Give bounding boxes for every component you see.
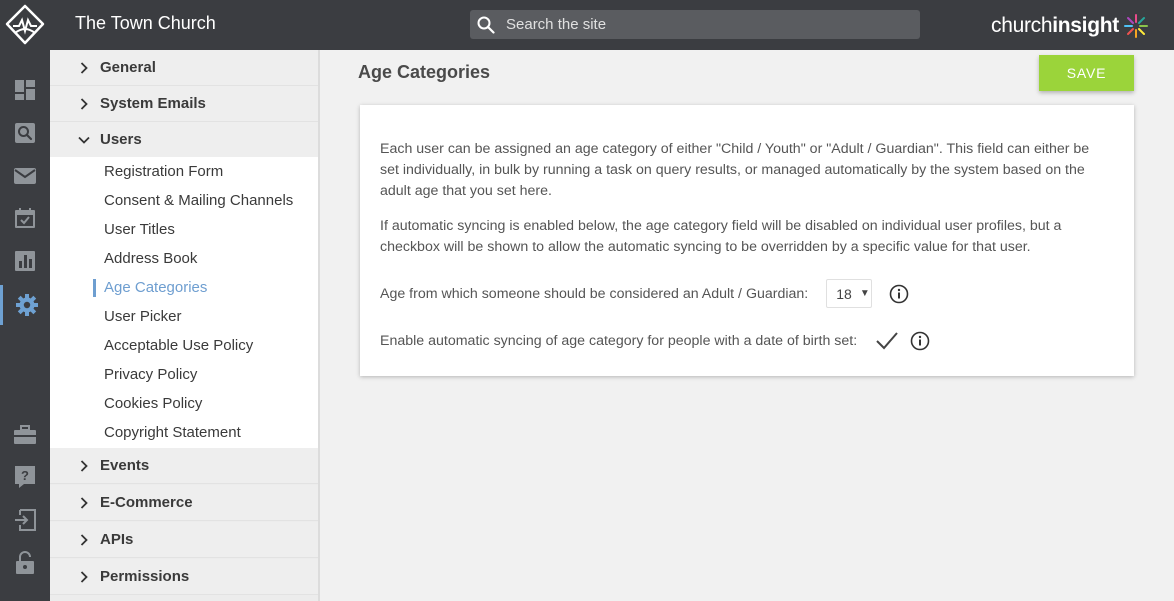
rail-help[interactable]: ? — [0, 457, 50, 497]
svg-text:?: ? — [21, 468, 29, 483]
logo-icon — [5, 4, 45, 45]
nav-section-e-commerce[interactable]: E-Commerce — [50, 485, 318, 521]
rail-calendar[interactable] — [0, 198, 50, 238]
nav-section-label: APIs — [100, 531, 134, 548]
page-title: Age Categories — [358, 62, 491, 82]
brand-starburst-icon — [1123, 14, 1148, 38]
calendar-icon — [15, 208, 35, 228]
dropdown-arrow-icon: ▼ — [859, 288, 870, 299]
chevron-right-icon — [78, 459, 90, 472]
settings-card: Each user can be assigned an age categor… — [360, 105, 1134, 376]
search-input[interactable] — [506, 16, 896, 33]
settings-nav: General System Emails Users Registration… — [50, 50, 320, 601]
nav-section-label: General — [100, 59, 156, 76]
logout-icon — [15, 509, 36, 531]
mail-icon — [14, 168, 36, 184]
nav-section-label: Events — [100, 457, 150, 474]
lock-icon — [16, 551, 34, 574]
nav-section-events[interactable]: Events — [50, 448, 318, 484]
chevron-right-icon — [78, 533, 90, 546]
brand-text: churchinsight — [991, 14, 1119, 37]
nav-item-address-book[interactable]: Address Book — [104, 250, 197, 267]
search-icon — [476, 15, 496, 35]
help-icon: ? — [15, 466, 35, 488]
rail-logout[interactable] — [0, 500, 50, 540]
chevron-right-icon — [78, 97, 90, 110]
nav-item-consent-mailing-channels[interactable]: Consent & Mailing Channels — [104, 192, 293, 209]
dashboard-icon — [15, 80, 35, 100]
chevron-right-icon — [78, 570, 90, 583]
nav-section-general[interactable]: General — [50, 50, 318, 86]
sync-row: Enable automatic syncing of age category… — [380, 330, 930, 352]
chart-icon — [15, 251, 35, 271]
rail-lock[interactable] — [0, 543, 50, 583]
icon-rail: ? — [0, 50, 50, 601]
briefcase-icon — [14, 425, 36, 444]
nav-item-registration-form[interactable]: Registration Form — [104, 163, 223, 180]
description-paragraph: Each user can be assigned an age categor… — [380, 141, 1090, 199]
nav-section-label: Users — [100, 131, 142, 148]
top-bar: The Town Church churchinsight — [0, 0, 1174, 50]
nav-section-users[interactable]: Users — [50, 122, 318, 158]
nav-section-system-emails[interactable]: System Emails — [50, 86, 318, 122]
rail-mail[interactable] — [0, 156, 50, 196]
rail-dashboard[interactable] — [0, 70, 50, 110]
chevron-right-icon — [78, 61, 90, 74]
gear-icon — [15, 294, 38, 316]
nav-section-apis[interactable]: APIs — [50, 522, 318, 558]
active-indicator — [93, 279, 96, 297]
save-button[interactable]: SAVE — [1039, 55, 1134, 91]
nav-item-age-categories[interactable]: Age Categories — [104, 279, 207, 296]
rail-settings[interactable] — [0, 285, 50, 325]
chevron-right-icon — [78, 496, 90, 509]
adult-age-label: Age from which someone should be conside… — [380, 285, 809, 302]
nav-item-acceptable-use-policy[interactable]: Acceptable Use Policy — [104, 337, 253, 354]
adult-age-row: Age from which someone should be conside… — [380, 279, 909, 308]
checkmark-icon[interactable] — [874, 330, 900, 352]
nav-section-label: Permissions — [100, 568, 190, 585]
rail-tools[interactable] — [0, 415, 50, 455]
nav-section-permissions[interactable]: Permissions — [50, 559, 318, 595]
nav-section-label: E-Commerce — [100, 494, 193, 511]
nav-section-label: System Emails — [100, 95, 206, 112]
nav-item-user-titles[interactable]: User Titles — [104, 221, 175, 238]
adult-age-select[interactable]: 18 ▼ — [826, 279, 873, 308]
chevron-down-icon — [78, 134, 90, 146]
rail-reports[interactable] — [0, 241, 50, 281]
site-title[interactable]: The Town Church — [75, 13, 216, 34]
adult-age-value: 18 — [836, 285, 852, 302]
nav-item-cookies-policy[interactable]: Cookies Policy — [104, 395, 202, 412]
nav-item-user-picker[interactable]: User Picker — [104, 308, 182, 325]
nav-item-privacy-policy[interactable]: Privacy Policy — [104, 366, 197, 383]
church-logo[interactable] — [0, 0, 50, 50]
search-icon — [15, 123, 35, 143]
churchinsight-brand[interactable]: churchinsight — [991, 12, 1149, 40]
users-subitems: Registration Form Consent & Mailing Chan… — [50, 157, 318, 448]
info-icon[interactable] — [889, 284, 909, 304]
sync-label: Enable automatic syncing of age category… — [380, 333, 858, 349]
sync-note-paragraph: If automatic syncing is enabled below, t… — [380, 218, 1062, 255]
rail-search[interactable] — [0, 113, 50, 153]
info-icon[interactable] — [910, 331, 930, 351]
search-bar[interactable] — [470, 10, 920, 39]
nav-item-copyright-statement[interactable]: Copyright Statement — [104, 424, 241, 441]
